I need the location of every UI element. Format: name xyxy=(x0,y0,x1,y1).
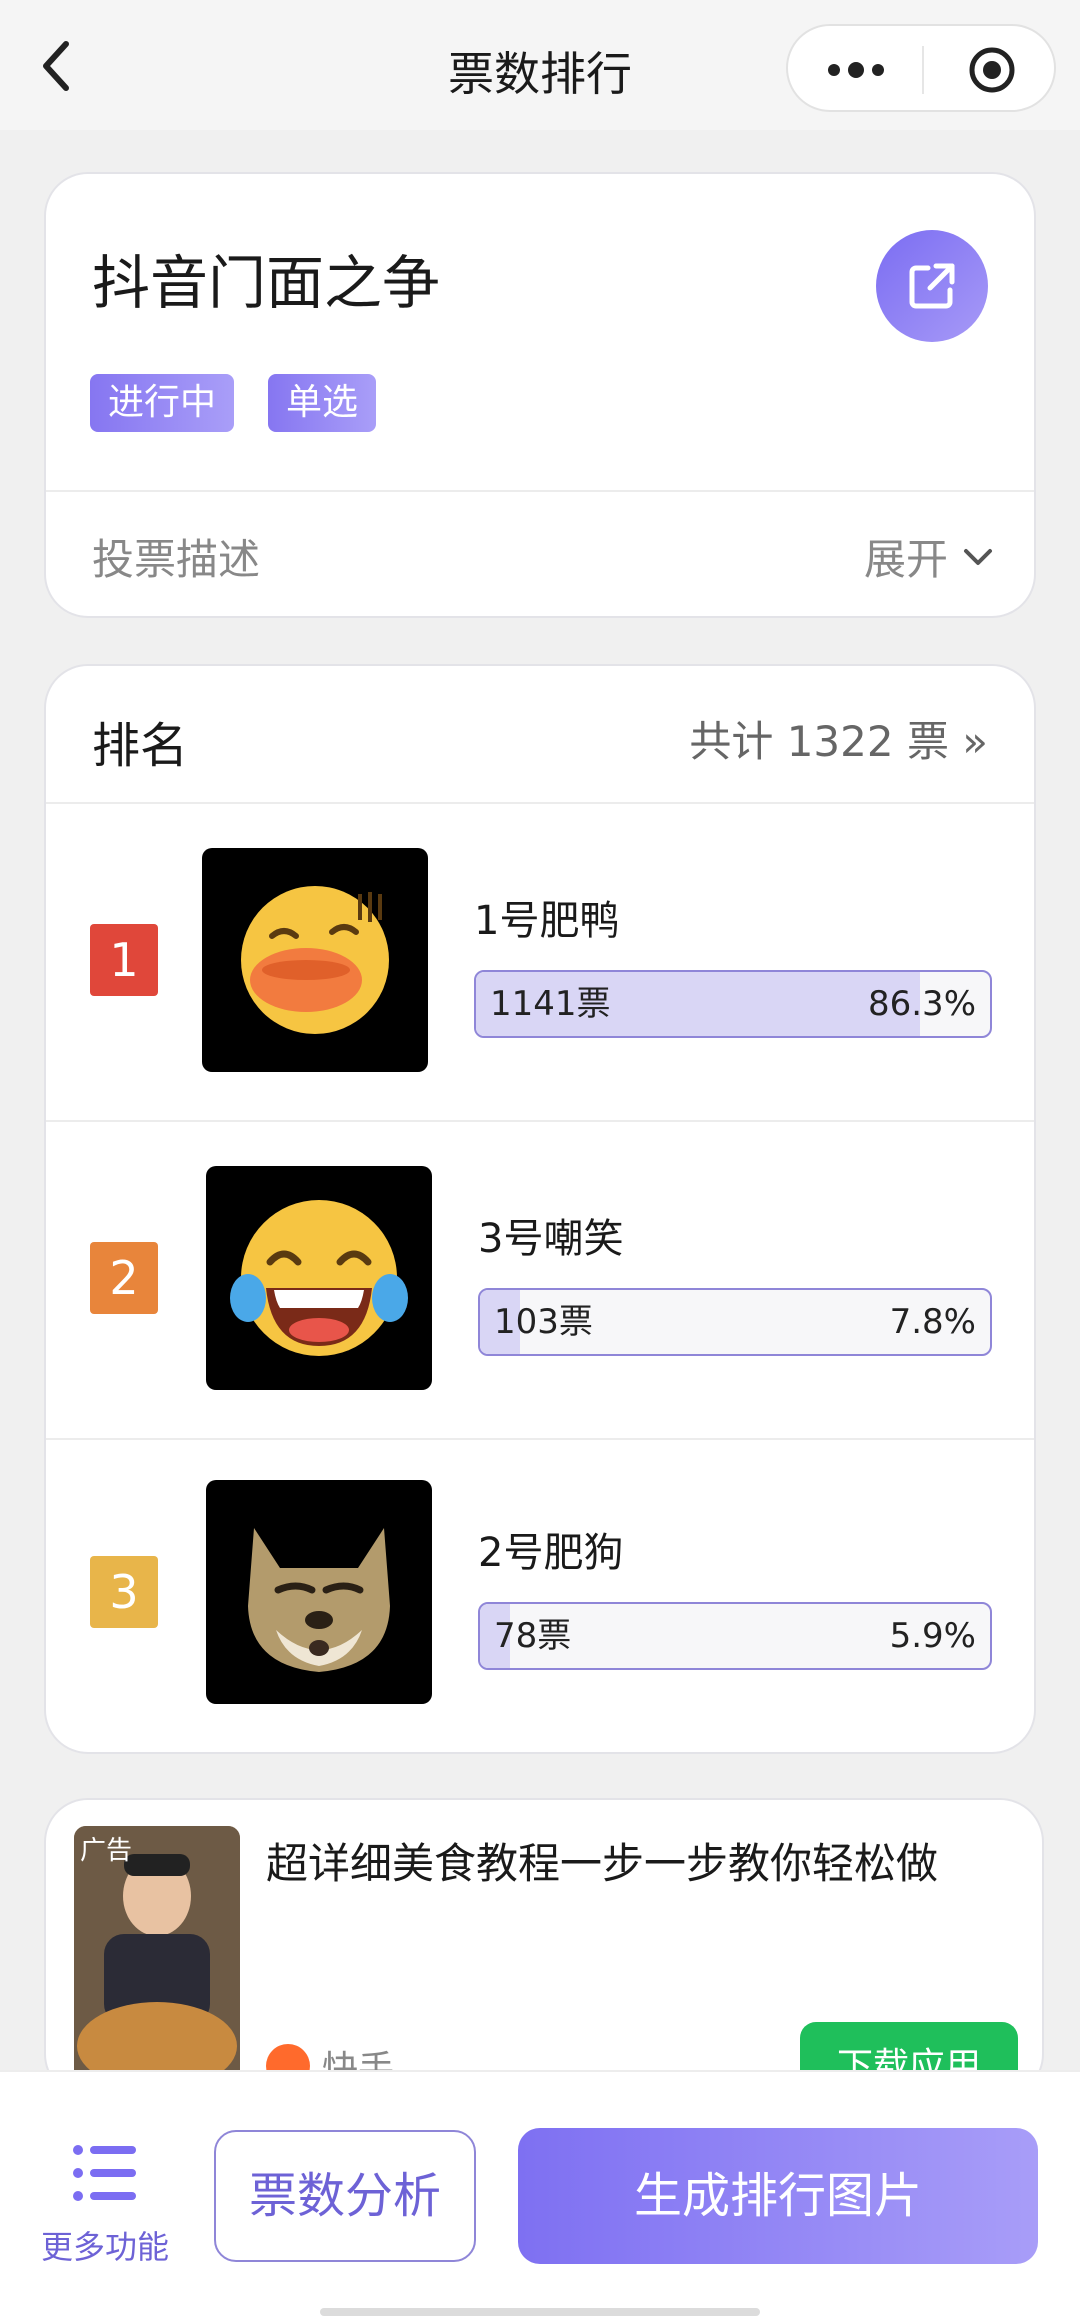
vote-count: 1141票 xyxy=(490,984,611,1024)
option-name: 1号肥鸭 xyxy=(474,898,620,944)
list-icon xyxy=(73,2145,136,2201)
ranking-row[interactable]: 1 1号肥鸭 1141票 86.3% xyxy=(46,804,1034,1120)
page: 票数排行 抖音门面之争 进行中 单选 投票描述 展开 排名 共计 1322 票 … xyxy=(0,0,1080,2318)
rank-badge: 1 xyxy=(90,924,158,996)
home-indicator xyxy=(320,2308,760,2316)
vote-title: 抖音门面之争 xyxy=(92,249,441,317)
chevron-down-icon xyxy=(964,548,992,565)
vote-info-card: 抖音门面之争 进行中 单选 投票描述 展开 xyxy=(44,172,1036,618)
more-functions-label: 更多功能 xyxy=(40,2228,169,2266)
option-image-laugh xyxy=(206,1166,432,1390)
capsule-divider xyxy=(922,46,924,94)
vote-count: 78票 xyxy=(494,1616,572,1656)
vote-percent: 86.3% xyxy=(867,984,976,1024)
expand-label: 展开 xyxy=(863,535,948,584)
vote-bar: 1141票 86.3% xyxy=(474,970,992,1038)
rank-badge: 3 xyxy=(90,1556,158,1628)
navbar: 票数排行 xyxy=(0,0,1080,130)
description-label: 投票描述 xyxy=(92,535,261,584)
share-icon xyxy=(909,263,955,309)
option-name: 3号嘲笑 xyxy=(478,1216,624,1262)
total-votes-link[interactable]: 共计 1322 票 » xyxy=(689,708,988,769)
ad-title: 超详细美食教程一步一步教你轻松做 xyxy=(266,1839,939,1888)
option-image-duck xyxy=(202,848,428,1072)
more-functions-button[interactable]: 更多功能 xyxy=(30,2142,180,2272)
option-name: 2号肥狗 xyxy=(478,1530,624,1576)
expand-button[interactable]: 展开 xyxy=(864,526,994,587)
ranking-title: 排名 xyxy=(92,718,189,774)
ad-tag: 广告 xyxy=(80,1836,133,1866)
vote-analysis-button[interactable]: 票数分析 xyxy=(214,2130,476,2262)
ad-image: 广告 xyxy=(74,1826,240,2086)
ranking-card: 排名 共计 1322 票 » 1 1号肥鸭 1141票 86.3% 2 3号嘲笑… xyxy=(44,664,1036,1754)
ad-card[interactable]: 广告 超详细美食教程一步一步教你轻松做 快手 下载应用 xyxy=(44,1798,1044,2098)
vote-percent: 7.8% xyxy=(889,1302,976,1342)
rank-badge: 2 xyxy=(90,1242,158,1314)
type-tag: 单选 xyxy=(268,374,377,432)
status-tag: 进行中 xyxy=(90,374,235,432)
share-button[interactable] xyxy=(876,230,988,342)
divider xyxy=(46,490,1034,492)
generate-ranking-image-button[interactable]: 生成排行图片 xyxy=(518,2128,1038,2264)
mini-program-capsule xyxy=(786,24,1056,112)
option-image-dog xyxy=(206,1480,432,1704)
close-program-icon[interactable] xyxy=(968,46,1016,94)
bottom-bar: 更多功能 票数分析 生成排行图片 xyxy=(0,2070,1080,2318)
vote-bar: 78票 5.9% xyxy=(478,1602,992,1670)
ranking-row[interactable]: 3 2号肥狗 78票 5.9% xyxy=(46,1440,1034,1752)
vote-percent: 5.9% xyxy=(889,1616,976,1656)
more-options-icon[interactable] xyxy=(826,52,926,88)
ranking-row[interactable]: 2 3号嘲笑 103票 7.8% xyxy=(46,1122,1034,1438)
vote-count: 103票 xyxy=(494,1302,593,1342)
vote-bar: 103票 7.8% xyxy=(478,1288,992,1356)
